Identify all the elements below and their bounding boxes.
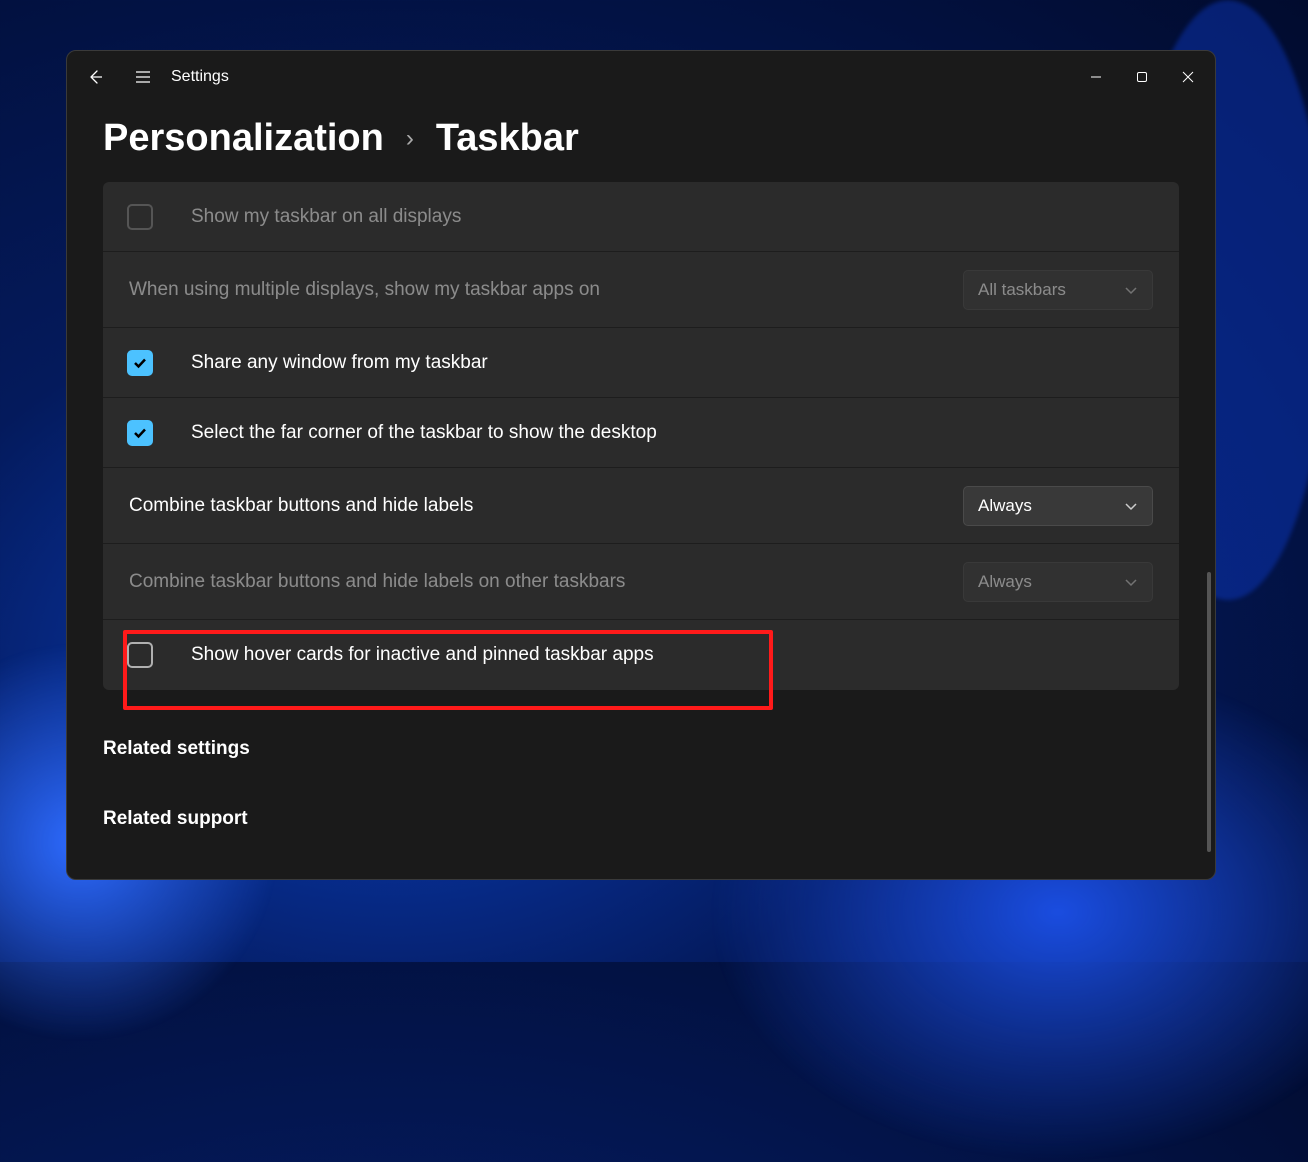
- label-combine-primary: Combine taskbar buttons and hide labels: [129, 495, 963, 517]
- row-hover-cards[interactable]: Show hover cards for inactive and pinned…: [103, 620, 1179, 690]
- dropdown-value: All taskbars: [978, 280, 1114, 300]
- titlebar: Settings: [67, 51, 1215, 103]
- checkbox-hover-cards[interactable]: [127, 642, 153, 668]
- breadcrumb-current: Taskbar: [436, 117, 579, 160]
- scrollbar[interactable]: [1207, 572, 1211, 852]
- label-multi-display-apps: When using multiple displays, show my ta…: [129, 279, 963, 301]
- settings-window: Settings Personalization › Taskbar Show …: [66, 50, 1216, 880]
- row-multi-display-apps: When using multiple displays, show my ta…: [103, 252, 1179, 328]
- chevron-right-icon: ›: [406, 125, 414, 153]
- dropdown-combine-primary[interactable]: Always: [963, 486, 1153, 526]
- label-combine-other: Combine taskbar buttons and hide labels …: [129, 571, 963, 593]
- label-hover-cards: Show hover cards for inactive and pinned…: [191, 644, 1153, 666]
- chevron-down-icon: [1124, 283, 1138, 297]
- content-area: Show my taskbar on all displays When usi…: [67, 182, 1215, 879]
- breadcrumb-parent[interactable]: Personalization: [103, 117, 384, 160]
- heading-related-settings: Related settings: [103, 738, 1179, 760]
- row-far-corner[interactable]: Select the far corner of the taskbar to …: [103, 398, 1179, 468]
- chevron-down-icon: [1124, 575, 1138, 589]
- app-title: Settings: [171, 68, 229, 86]
- checkbox-show-all-displays: [127, 204, 153, 230]
- breadcrumb: Personalization › Taskbar: [67, 103, 1215, 182]
- label-show-all-displays: Show my taskbar on all displays: [191, 206, 1153, 228]
- minimize-button[interactable]: [1073, 57, 1119, 97]
- dropdown-value: Always: [978, 572, 1114, 592]
- nav-menu-button[interactable]: [119, 53, 167, 101]
- maximize-button[interactable]: [1119, 57, 1165, 97]
- close-button[interactable]: [1165, 57, 1211, 97]
- settings-list: Show my taskbar on all displays When usi…: [103, 182, 1179, 690]
- chevron-down-icon: [1124, 499, 1138, 513]
- checkbox-share-window[interactable]: [127, 350, 153, 376]
- row-combine-primary: Combine taskbar buttons and hide labels …: [103, 468, 1179, 544]
- row-combine-other: Combine taskbar buttons and hide labels …: [103, 544, 1179, 620]
- checkbox-far-corner[interactable]: [127, 420, 153, 446]
- dropdown-value: Always: [978, 496, 1114, 516]
- back-button[interactable]: [71, 53, 119, 101]
- row-show-all-displays: Show my taskbar on all displays: [103, 182, 1179, 252]
- label-share-window: Share any window from my taskbar: [191, 352, 1153, 374]
- heading-related-support: Related support: [103, 808, 1179, 830]
- label-far-corner: Select the far corner of the taskbar to …: [191, 422, 1153, 444]
- dropdown-multi-display-apps: All taskbars: [963, 270, 1153, 310]
- dropdown-combine-other: Always: [963, 562, 1153, 602]
- row-share-window[interactable]: Share any window from my taskbar: [103, 328, 1179, 398]
